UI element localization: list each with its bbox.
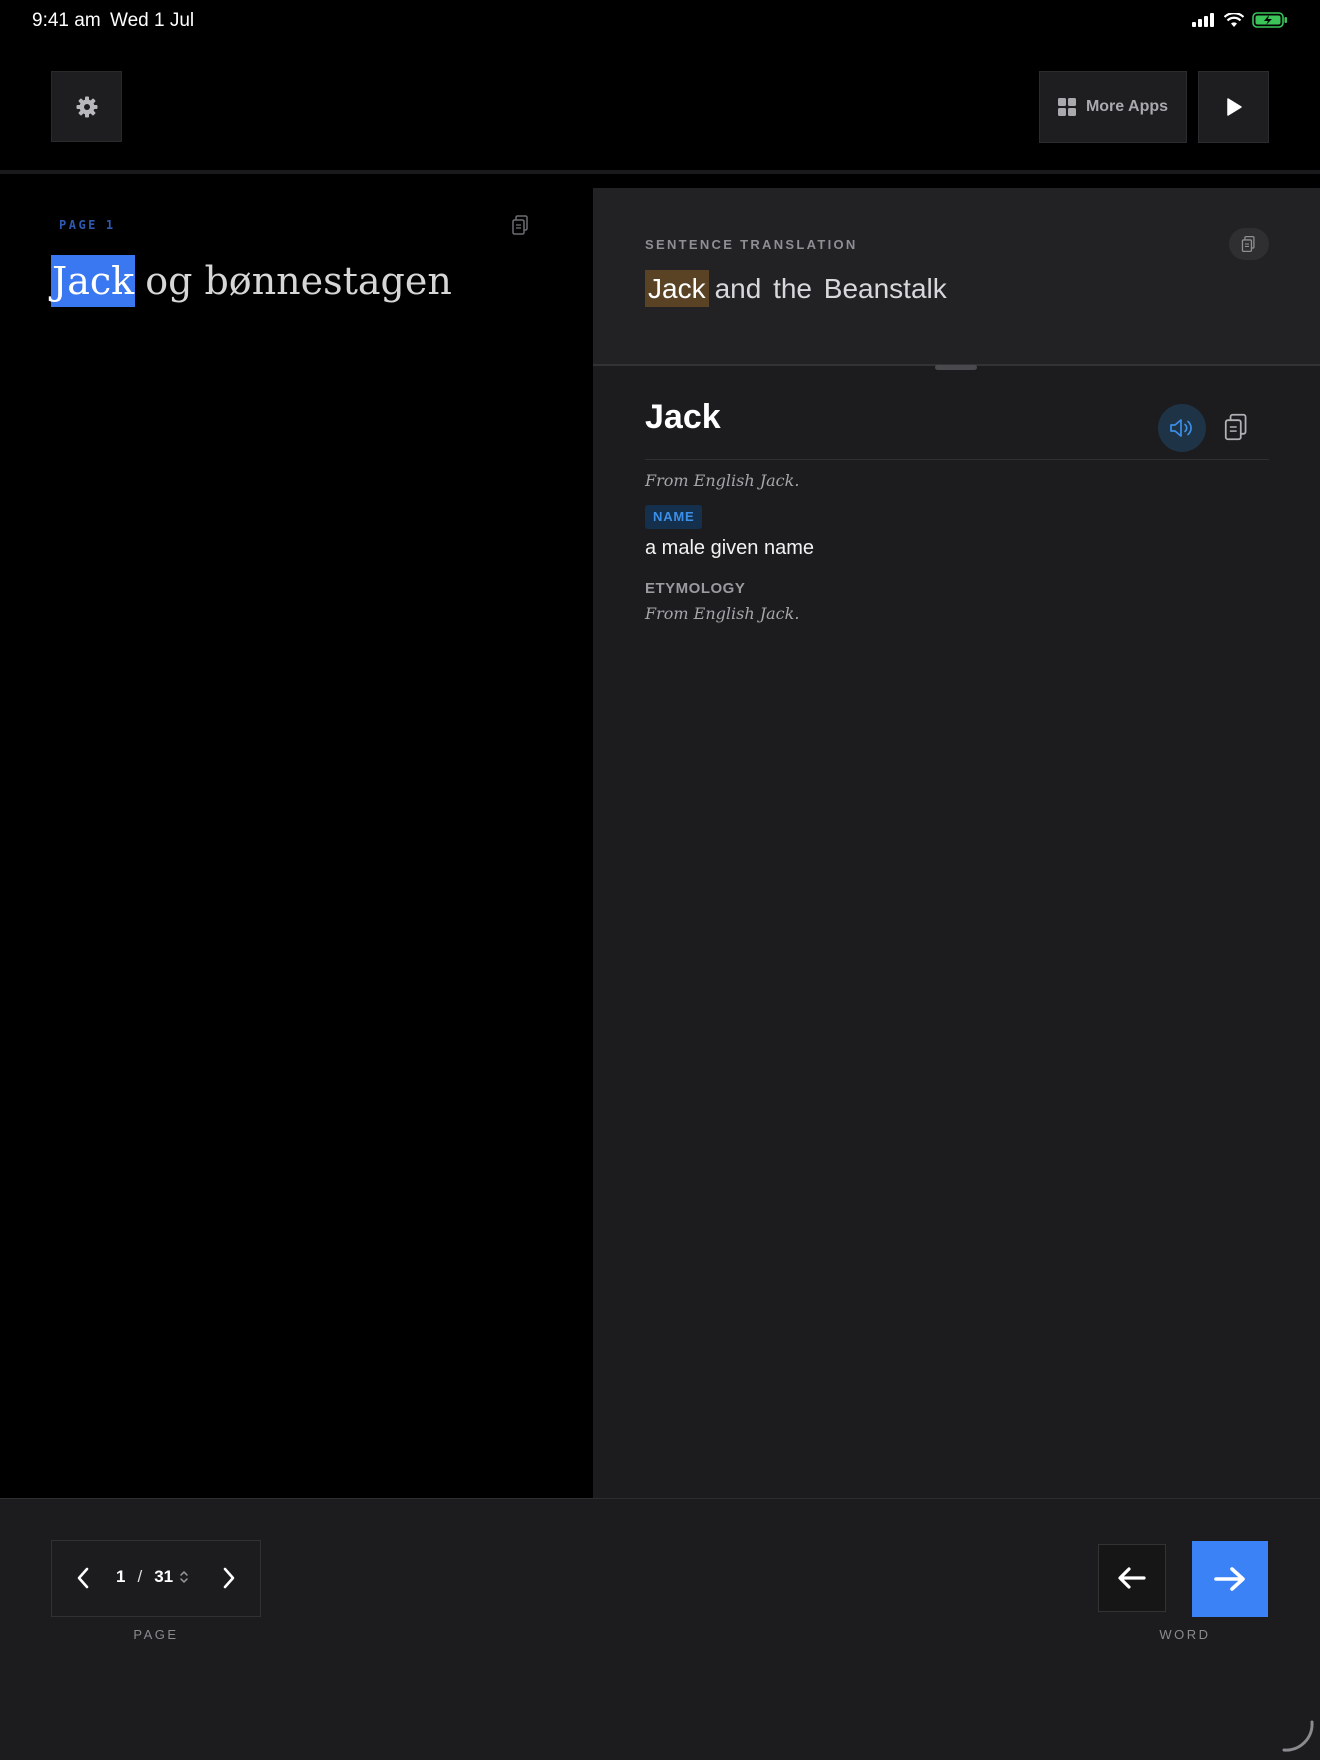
sentence-translation-card: SENTENCE TRANSLATION Jack and the Beansta…	[593, 188, 1320, 370]
etymology-label: ETYMOLOGY	[645, 580, 746, 597]
signal-icon	[1192, 13, 1214, 27]
headword: Jack	[645, 398, 721, 436]
pronounce-button[interactable]	[1158, 404, 1206, 452]
entry-origin: From English Jack.	[645, 471, 800, 490]
translation-copy-button[interactable]	[1229, 228, 1269, 260]
prev-word-button[interactable]	[1098, 1544, 1166, 1612]
word-caption: WORD	[1159, 1627, 1211, 1642]
reader-copy-button[interactable]	[510, 214, 534, 238]
source-sentence: Jack og bønnestagen	[51, 255, 452, 307]
part-of-speech-badge: NAME	[645, 505, 703, 529]
etymology-text: From English Jack.	[645, 604, 800, 623]
next-word-button[interactable]	[1192, 1541, 1268, 1617]
drag-handle[interactable]	[935, 365, 977, 370]
page-label: PAGE 1	[51, 218, 116, 232]
arrow-right-icon	[1214, 1567, 1245, 1591]
copy-icon	[1224, 413, 1247, 441]
status-icons	[1192, 12, 1288, 28]
chevron-left-icon	[77, 1567, 89, 1589]
entry-divider	[645, 459, 1269, 460]
battery-charging-icon	[1252, 12, 1287, 28]
speaker-icon	[1170, 419, 1192, 437]
translation-label: SENTENCE TRANSLATION	[645, 237, 858, 252]
translated-highlight: Jack	[645, 270, 709, 307]
page-pager: 1 / 31	[51, 1540, 261, 1617]
definition: a male given name	[645, 537, 814, 559]
next-page-button[interactable]	[214, 1563, 244, 1593]
page-caption: PAGE	[133, 1627, 179, 1642]
current-page: 1	[116, 1567, 126, 1586]
page-indicator[interactable]: 1 / 31	[116, 1567, 189, 1587]
entry-copy-button[interactable]	[1221, 412, 1253, 444]
play-icon	[1226, 98, 1242, 116]
copy-icon	[512, 215, 528, 235]
more-apps-button[interactable]: More Apps	[1039, 71, 1187, 143]
prev-page-button[interactable]	[68, 1563, 98, 1593]
status-date: Wed 1 Jul	[110, 10, 195, 31]
status-time: 9:41 am	[32, 10, 101, 31]
play-button[interactable]	[1198, 71, 1269, 143]
sentence-rest[interactable]: og bønnestagen	[145, 259, 452, 303]
translated-rest: and the Beanstalk	[714, 273, 947, 304]
wifi-icon	[1224, 12, 1244, 27]
bottom-bar: 1 / 31 PAGE WORD	[0, 1498, 1320, 1760]
arrow-left-icon	[1118, 1567, 1146, 1589]
top-toolbar: More Apps	[0, 40, 1320, 174]
chevron-right-icon	[223, 1567, 235, 1589]
copy-icon	[1241, 235, 1255, 253]
translation-panel: SENTENCE TRANSLATION Jack and the Beansta…	[593, 188, 1320, 1498]
more-apps-label: More Apps	[1085, 98, 1169, 115]
total-pages: 31	[154, 1567, 174, 1586]
reader-pane: PAGE 1 Jack og bønnestagen	[0, 178, 593, 1498]
page-label-text: PAGE	[59, 218, 98, 232]
page-label-number: 1	[105, 218, 116, 232]
translated-sentence: Jack and the Beanstalk	[645, 270, 947, 307]
page-separator: /	[137, 1567, 143, 1586]
home-indicator-icon	[1282, 1720, 1314, 1752]
status-bar: 9:41 am Wed 1 Jul	[0, 0, 1320, 40]
settings-button[interactable]	[51, 71, 122, 142]
selected-word[interactable]: Jack	[51, 255, 136, 307]
grid-icon	[1057, 98, 1076, 116]
gear-icon	[76, 96, 97, 117]
chevron-up-down-icon	[180, 1571, 188, 1583]
